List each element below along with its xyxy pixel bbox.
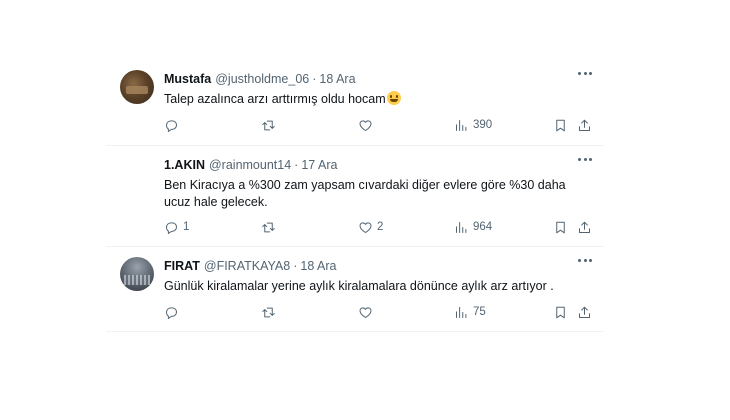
- bookmark-icon: [556, 221, 565, 233]
- views-button[interactable]: 75: [454, 303, 486, 321]
- tweet[interactable]: Mustafa @justholdme_06 · 18 Ara Talep az…: [106, 60, 604, 146]
- tweet[interactable]: 1.AKIN @rainmount14 · 17 Ara Ben Kiracıy…: [106, 146, 604, 247]
- like-count: 2: [377, 221, 384, 233]
- retweet-button[interactable]: [261, 303, 280, 321]
- tweet-actions: 1 2 964: [164, 218, 592, 236]
- tweet-text-body: Talep azalınca arzı arttırmış oldu hocam: [164, 92, 386, 106]
- bookmark-icon: [556, 306, 565, 318]
- tweet-header: 1.AKIN @rainmount14 · 17 Ara: [164, 156, 590, 173]
- grinning-face-emoji-icon: [386, 91, 401, 105]
- user-handle[interactable]: @justholdme_06: [215, 72, 309, 86]
- like-button[interactable]: [358, 303, 377, 321]
- tweet-date[interactable]: 18 Ara: [300, 259, 336, 273]
- heart-icon: [359, 119, 372, 131]
- separator: ·: [294, 157, 299, 172]
- tweet-date[interactable]: 17 Ara: [301, 158, 337, 172]
- heart-icon: [359, 306, 372, 318]
- retweet-button[interactable]: [261, 116, 280, 134]
- display-name[interactable]: 1.AKIN: [164, 158, 205, 172]
- share-icon: [579, 119, 590, 131]
- views-icon: [456, 306, 467, 318]
- tweet-content: FIRAT @FIRATKAYA8 · 18 Ara Günlük kirala…: [164, 257, 590, 295]
- tweet-actions: 75: [164, 303, 592, 321]
- tweet-content: Mustafa @justholdme_06 · 18 Ara Talep az…: [164, 70, 590, 108]
- views-button[interactable]: 390: [454, 116, 492, 134]
- reply-icon: [166, 119, 177, 132]
- retweet-icon: [262, 120, 275, 130]
- like-button[interactable]: 2: [358, 218, 383, 236]
- tweet-header: Mustafa @justholdme_06 · 18 Ara: [164, 70, 590, 87]
- reply-icon: [166, 306, 177, 319]
- retweet-button[interactable]: [261, 218, 280, 236]
- separator: ·: [293, 258, 298, 273]
- bookmark-button[interactable]: [553, 116, 568, 134]
- view-count: 390: [473, 119, 493, 131]
- share-button[interactable]: [577, 303, 592, 321]
- views-button[interactable]: 964: [454, 218, 492, 236]
- bookmark-icon: [556, 119, 565, 131]
- tweet-actions: 390: [164, 116, 592, 134]
- avatar[interactable]: [120, 70, 154, 104]
- share-button[interactable]: [577, 116, 592, 134]
- avatar[interactable]: [120, 257, 154, 291]
- tweet-header: FIRAT @FIRATKAYA8 · 18 Ara: [164, 257, 590, 274]
- reply-count: 1: [183, 221, 190, 233]
- user-handle[interactable]: @FIRATKAYA8: [204, 259, 290, 273]
- share-icon: [579, 306, 590, 318]
- reply-icon: [166, 221, 177, 234]
- retweet-icon: [262, 307, 275, 317]
- views-icon: [456, 221, 467, 233]
- tweet-date[interactable]: 18 Ara: [319, 72, 355, 86]
- bookmark-button[interactable]: [553, 303, 568, 321]
- reply-button[interactable]: [164, 303, 183, 321]
- share-button[interactable]: [577, 218, 592, 236]
- heart-icon: [359, 221, 372, 233]
- views-icon: [456, 119, 467, 131]
- bookmark-button[interactable]: [553, 218, 568, 236]
- like-button[interactable]: [358, 116, 377, 134]
- retweet-icon: [262, 222, 275, 232]
- tweet-content: 1.AKIN @rainmount14 · 17 Ara Ben Kiracıy…: [164, 156, 590, 211]
- display-name[interactable]: Mustafa: [164, 72, 211, 86]
- tweet[interactable]: FIRAT @FIRATKAYA8 · 18 Ara Günlük kirala…: [106, 247, 604, 332]
- tweet-text: Günlük kiralamalar yerine aylık kiralama…: [164, 279, 554, 293]
- share-icon: [579, 221, 590, 233]
- user-handle[interactable]: @rainmount14: [209, 158, 291, 172]
- view-count: 75: [473, 306, 486, 318]
- separator: ·: [312, 71, 317, 86]
- display-name[interactable]: FIRAT: [164, 259, 200, 273]
- view-count: 964: [473, 221, 493, 233]
- tweet-text: Ben Kiracıya a %300 zam yapsam cıvardaki…: [164, 178, 566, 209]
- reply-button[interactable]: [164, 116, 183, 134]
- tweet-text: Talep azalınca arzı arttırmış oldu hocam: [164, 91, 584, 108]
- reply-button[interactable]: 1: [164, 218, 189, 236]
- reply-feed: Mustafa @justholdme_06 · 18 Ara Talep az…: [106, 60, 604, 332]
